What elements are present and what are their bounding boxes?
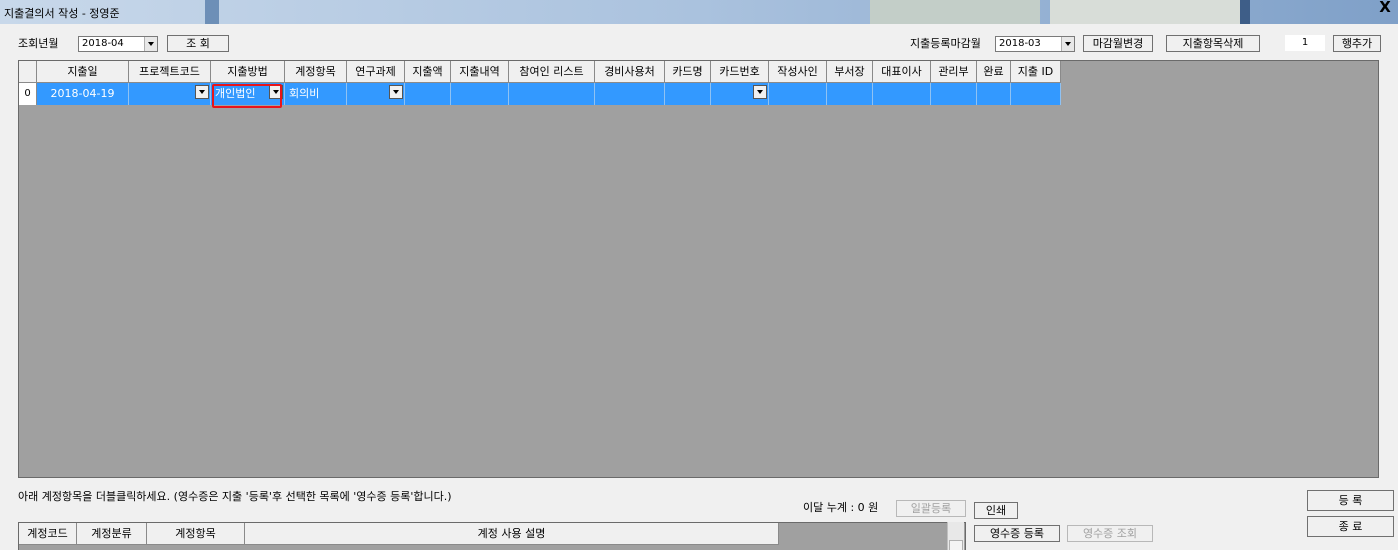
table-cell[interactable]	[977, 83, 1011, 105]
payment-method-cell[interactable]: 개인법인	[211, 83, 285, 105]
row-count-input[interactable]: 1	[1285, 35, 1325, 51]
table-cell[interactable]	[931, 83, 977, 105]
column-header[interactable]: 지출액	[405, 61, 451, 83]
table-cell[interactable]	[873, 83, 931, 105]
table-cell[interactable]	[451, 83, 509, 105]
closing-month-label: 지출등록마감월	[910, 37, 981, 50]
monthly-total: 이달 누계 : 0 원	[803, 501, 879, 514]
table-cell[interactable]	[509, 83, 595, 105]
table-cell[interactable]	[665, 83, 711, 105]
table-cell[interactable]	[769, 83, 827, 105]
column-header[interactable]: 완료	[977, 61, 1011, 83]
table-cell[interactable]	[827, 83, 873, 105]
month-label: 조회년월	[18, 37, 59, 50]
window-title: 지출결의서 작성 - 정영준	[4, 7, 120, 20]
delete-item-button[interactable]: 지출항목삭제	[1166, 35, 1260, 52]
receipt-register-button[interactable]: 영수증 등록	[974, 525, 1060, 542]
search-button[interactable]: 조 회	[167, 35, 229, 52]
month-select-value: 2018-04	[82, 38, 124, 49]
account-grid-scrollbar[interactable]	[947, 522, 964, 550]
column-header[interactable]: 계정 사용 설명	[245, 523, 779, 545]
account-grid[interactable]: 계정코드 계정분류 계정항목 계정 사용 설명	[18, 522, 966, 550]
closing-month-select-value: 2018-03	[999, 38, 1041, 49]
change-closing-button[interactable]: 마감월변경	[1083, 35, 1153, 52]
column-header[interactable]: 카드번호	[711, 61, 769, 83]
project-code-cell[interactable]	[129, 83, 211, 105]
column-header[interactable]: 지출방법	[211, 61, 285, 83]
chevron-down-icon[interactable]	[144, 37, 157, 51]
column-header[interactable]: 계정항목	[147, 523, 245, 545]
column-header[interactable]: 계정항목	[285, 61, 347, 83]
chevron-down-icon[interactable]	[1061, 37, 1074, 51]
table-cell[interactable]	[405, 83, 451, 105]
column-header[interactable]: 대표이사	[873, 61, 931, 83]
scroll-up-icon[interactable]	[949, 540, 963, 550]
receipt-lookup-button[interactable]: 영수증 조회	[1067, 525, 1153, 542]
exit-button[interactable]: 종 료	[1307, 516, 1394, 537]
add-row-button[interactable]: 행추가	[1333, 35, 1381, 52]
expense-grid[interactable]: 지출일 프로젝트코드 지출방법 계정항목 연구과제 지출액 지출내역 참여인 리…	[18, 60, 1379, 478]
column-header[interactable]: 프로젝트코드	[129, 61, 211, 83]
table-cell-value: 개인법인	[215, 87, 256, 100]
closing-month-select[interactable]: 2018-03	[995, 36, 1075, 52]
instruction-text: 아래 계정항목을 더블클릭하세요. (영수증은 지출 '등록'후 선택한 목록에…	[18, 490, 452, 503]
column-header[interactable]: 지출내역	[451, 61, 509, 83]
background-window-fragment	[1240, 0, 1250, 24]
column-header[interactable]: 계정코드	[19, 523, 77, 545]
column-header[interactable]: 지출 ID	[1011, 61, 1061, 83]
column-header[interactable]: 부서장	[827, 61, 873, 83]
column-header[interactable]: 참여인 리스트	[509, 61, 595, 83]
chevron-down-icon[interactable]	[389, 85, 403, 99]
register-button[interactable]: 등 록	[1307, 490, 1394, 511]
research-project-cell[interactable]	[347, 83, 405, 105]
close-icon[interactable]: X	[1372, 0, 1398, 18]
grid-corner	[19, 61, 37, 83]
table-cell[interactable]: 회의비	[285, 83, 347, 105]
month-select[interactable]: 2018-04	[78, 36, 158, 52]
table-cell[interactable]	[1011, 83, 1061, 105]
print-button[interactable]: 인쇄	[974, 502, 1018, 519]
column-header[interactable]: 경비사용처	[595, 61, 665, 83]
background-window-fragment	[870, 0, 1040, 24]
background-window-fragment	[205, 0, 219, 24]
column-header[interactable]: 작성사인	[769, 61, 827, 83]
background-window-fragment	[1050, 0, 1240, 24]
column-header[interactable]: 계정분류	[77, 523, 147, 545]
title-bar: 지출결의서 작성 - 정영준 X	[0, 0, 1398, 24]
table-cell[interactable]	[595, 83, 665, 105]
chevron-down-icon[interactable]	[195, 85, 209, 99]
chevron-down-icon[interactable]	[269, 85, 283, 99]
column-header[interactable]: 연구과제	[347, 61, 405, 83]
row-header[interactable]: 0	[19, 83, 37, 105]
column-header[interactable]: 카드명	[665, 61, 711, 83]
chevron-down-icon[interactable]	[753, 85, 767, 99]
column-header[interactable]: 지출일	[37, 61, 129, 83]
batch-register-button[interactable]: 일괄등록	[896, 500, 966, 517]
table-cell[interactable]: 2018-04-19	[37, 83, 129, 105]
card-number-cell[interactable]	[711, 83, 769, 105]
column-header[interactable]: 관리부	[931, 61, 977, 83]
